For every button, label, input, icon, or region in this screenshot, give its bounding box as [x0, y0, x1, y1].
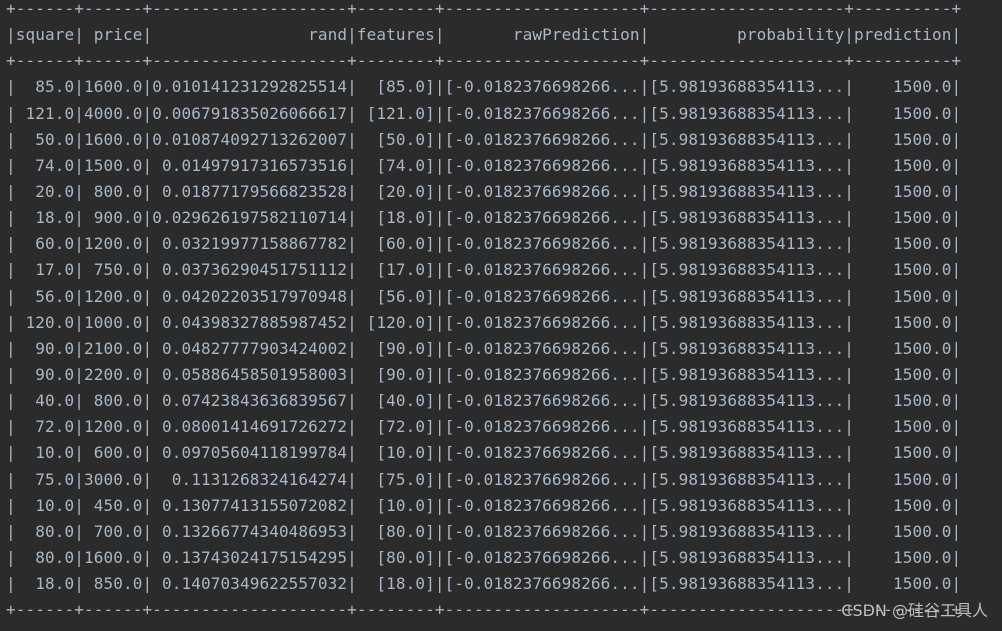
table-row: | 80.0| 700.0| 0.13266774340486953| [80.… [6, 521, 962, 541]
table-row: | 17.0| 750.0| 0.03736290451751112| [17.… [6, 260, 962, 280]
console-output-panel[interactable]: +------+------+--------------------+----… [0, 0, 1002, 631]
table-header-row: |square| price| rand|features| rawPredic… [6, 25, 962, 45]
table-header-border: +------+------+--------------------+----… [6, 51, 962, 71]
table-row: | 120.0|1000.0| 0.04398327885987452| [12… [6, 312, 962, 332]
table-row: | 90.0|2100.0| 0.04827777903424002| [90.… [6, 338, 962, 358]
table-row: | 121.0|4000.0|0.006791835026066617| [12… [6, 103, 962, 123]
table-row: | 40.0| 800.0| 0.07423843636839567| [40.… [6, 391, 962, 411]
table-row: | 10.0| 450.0| 0.13077413155072082| [10.… [6, 495, 962, 515]
table-row: | 85.0|1600.0|0.010141231292825514| [85.… [6, 77, 962, 97]
table-row: | 74.0|1500.0| 0.01497917316573516| [74.… [6, 155, 962, 175]
table-row: | 72.0|1200.0| 0.08001414691726272| [72.… [6, 417, 962, 437]
table-row: | 50.0|1600.0|0.010874092713262007| [50.… [6, 129, 962, 149]
table-row: | 18.0| 850.0| 0.14070349622557032| [18.… [6, 574, 962, 594]
table-row: | 56.0|1200.0| 0.04202203517970948| [56.… [6, 286, 962, 306]
table-row: | 90.0|2200.0| 0.05886458501958003| [90.… [6, 364, 962, 384]
console-text: +------+------+--------------------+----… [6, 0, 961, 623]
table-row: | 18.0| 900.0|0.029626197582110714| [18.… [6, 208, 962, 228]
table-row: | 75.0|3000.0| 0.1131268324164274| [75.0… [6, 469, 962, 489]
table-row: | 20.0| 800.0| 0.01877179566823528| [20.… [6, 181, 962, 201]
table-row: | 60.0|1200.0| 0.03219977158867782| [60.… [6, 234, 962, 254]
table-top-border: +------+------+--------------------+----… [6, 0, 962, 18]
table-row: | 80.0|1600.0| 0.13743024175154295| [80.… [6, 547, 962, 567]
watermark: CSDN @硅谷工具人 [841, 601, 988, 620]
table-bottom-border: +------+------+--------------------+----… [6, 600, 962, 620]
table-row: | 10.0| 600.0| 0.09705604118199784| [10.… [6, 443, 962, 463]
